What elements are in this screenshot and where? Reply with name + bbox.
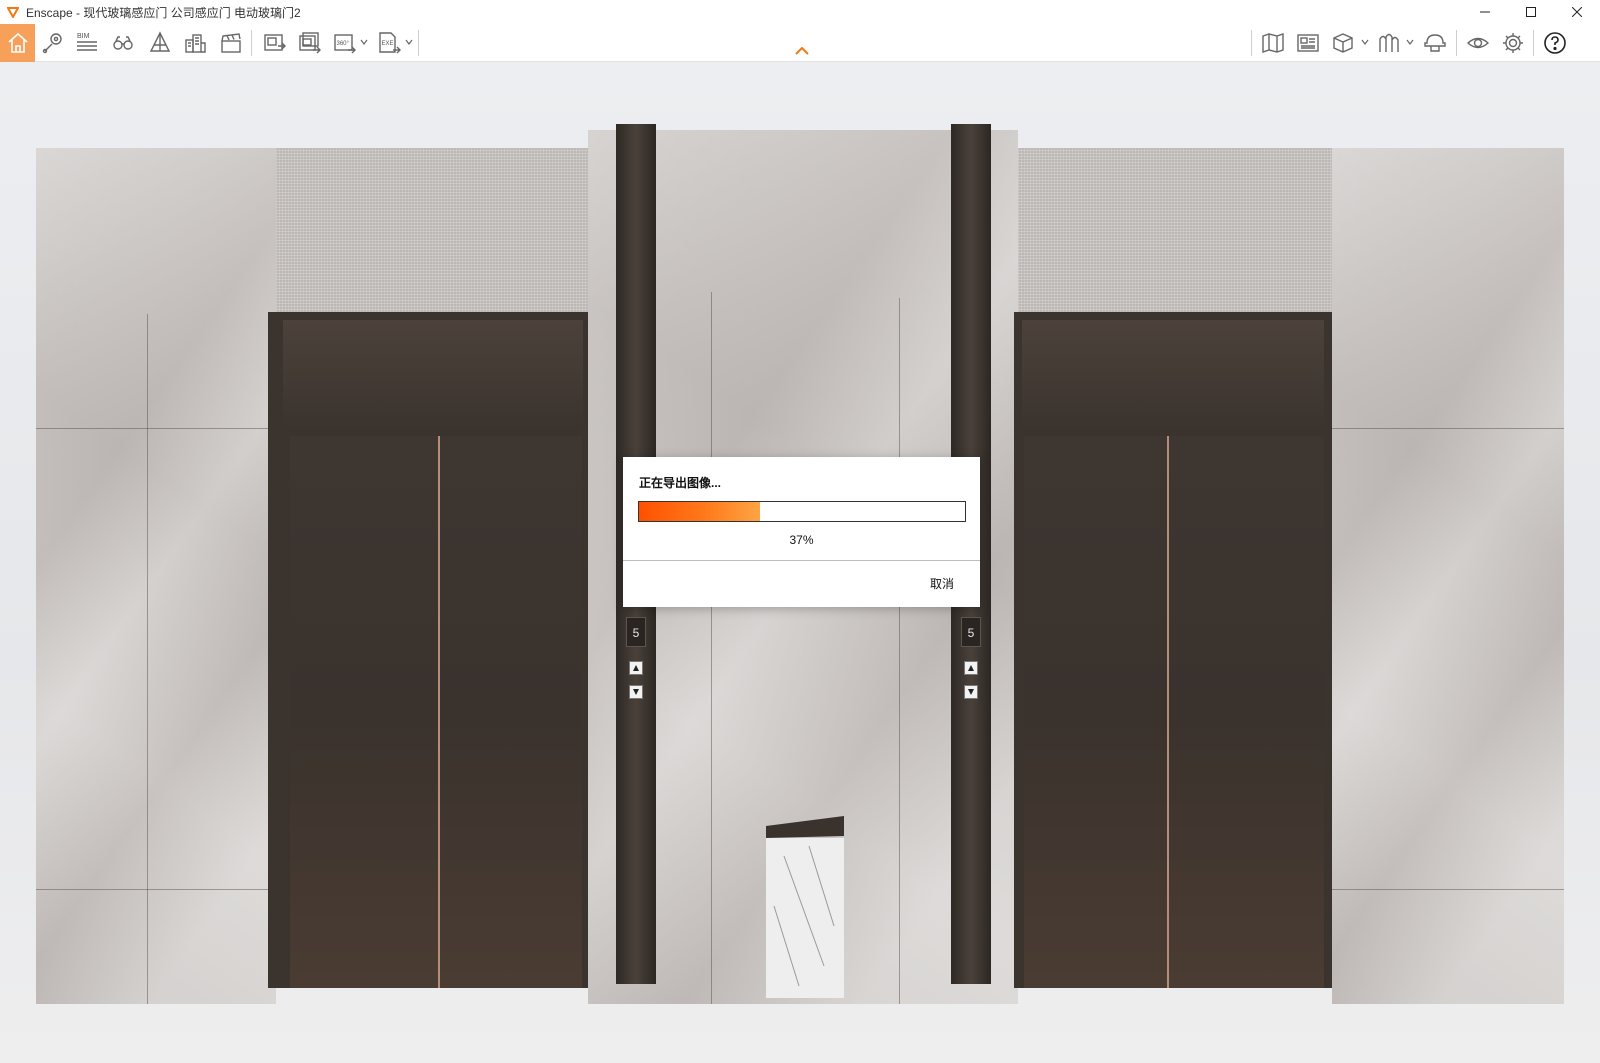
close-icon: [1572, 7, 1582, 17]
toolbar-collapse-chevron-icon[interactable]: [795, 47, 809, 55]
asset-library-button[interactable]: [1293, 28, 1323, 58]
location-pin-button[interactable]: [38, 28, 68, 58]
wall-seam: [1332, 428, 1564, 429]
cancel-button[interactable]: 取消: [930, 575, 954, 592]
toolbar-divider: [418, 30, 419, 56]
export-progress-dialog: 正在导出图像... 37% 取消: [623, 457, 980, 607]
toolbar-divider: [1456, 30, 1457, 56]
wall-seam: [36, 428, 276, 429]
exe-label: EXE: [382, 41, 394, 47]
toolbar-divider: [1533, 30, 1534, 56]
panorama-360-button[interactable]: 360°: [330, 28, 360, 58]
marble-wall-left: [36, 148, 276, 1004]
dialog-divider: [623, 560, 980, 561]
home-icon: [7, 32, 28, 53]
perspective-button[interactable]: [145, 28, 175, 58]
bim-label: BIM: [77, 33, 90, 40]
elevator-door-split-left: [438, 436, 440, 988]
title-bar: Enscape - 现代玻璃感应门 公司感应门 电动玻璃门2: [0, 0, 1600, 24]
help-button[interactable]: [1540, 28, 1570, 58]
map-button[interactable]: [1258, 28, 1288, 58]
call-down-button-left[interactable]: [629, 685, 643, 699]
buildings-button[interactable]: [180, 28, 210, 58]
settings-button[interactable]: [1498, 28, 1528, 58]
exe-export-icon: EXE: [379, 32, 401, 54]
box-dropdown-chevron-icon[interactable]: [1361, 38, 1369, 46]
exe-dropdown-chevron-icon[interactable]: [405, 38, 413, 46]
batch-render-button[interactable]: [295, 28, 325, 58]
bim-icon: BIM: [77, 33, 97, 51]
box-icon: [1333, 33, 1353, 53]
close-button[interactable]: [1554, 0, 1600, 24]
minimize-icon: [1480, 11, 1490, 13]
help-icon: [1544, 32, 1566, 54]
maximize-button[interactable]: [1508, 0, 1554, 24]
home-button[interactable]: [0, 24, 35, 62]
panorama-360-label: 360°: [337, 41, 350, 47]
window-title: Enscape - 现代玻璃感应门 公司感应门 电动玻璃门2: [26, 5, 301, 20]
box-button[interactable]: [1328, 28, 1358, 58]
eye-button[interactable]: [1463, 28, 1493, 58]
elevator-header-right: [1022, 320, 1324, 428]
down-arrow-icon: [968, 689, 974, 695]
location-pin-icon: [42, 33, 62, 54]
bim-button[interactable]: BIM: [72, 28, 102, 58]
eye-icon: [1466, 37, 1490, 49]
call-down-button-right[interactable]: [964, 685, 978, 699]
exe-export-button[interactable]: EXE: [374, 28, 404, 58]
map-icon: [1262, 33, 1284, 53]
wall-seam: [711, 292, 712, 1004]
screenshot-export-button[interactable]: [260, 28, 290, 58]
fabric-panel-left: [276, 148, 588, 316]
up-arrow-icon: [968, 665, 974, 671]
toolbar: BIM 360° EXE: [0, 24, 1600, 62]
perspective-icon: [149, 31, 171, 52]
elevator-door-right[interactable]: [1024, 436, 1324, 988]
material-icon: [1379, 33, 1399, 52]
toolbar-divider: [251, 30, 252, 56]
binoculars-button[interactable]: [108, 28, 138, 58]
toolbar-divider: [1251, 30, 1252, 56]
wall-seam: [1332, 889, 1564, 890]
fabric-panel-right: [1018, 148, 1332, 316]
up-arrow-icon: [633, 665, 639, 671]
asset-library-icon: [1297, 34, 1319, 52]
elevator-door-split-right: [1167, 436, 1169, 988]
binoculars-icon: [113, 36, 133, 50]
progress-percent-label: 37%: [789, 533, 814, 547]
maximize-icon: [1526, 7, 1536, 17]
progress-bar: [638, 501, 966, 522]
wall-seam: [147, 314, 148, 1004]
floor-indicator-left: 5: [626, 617, 646, 647]
material-button[interactable]: [1374, 28, 1404, 58]
progress-bar-fill: [639, 502, 760, 521]
hat-button[interactable]: [1420, 28, 1450, 58]
clapperboard-icon: [221, 33, 241, 53]
gear-icon: [1503, 33, 1523, 53]
buildings-icon: [185, 34, 206, 53]
pedestal-stand: [766, 816, 844, 998]
call-up-button-right[interactable]: [964, 661, 978, 675]
panorama-360-icon: 360°: [334, 34, 356, 54]
floor-indicator-right: 5: [961, 617, 981, 647]
screenshot-export-icon: [264, 34, 286, 51]
dialog-title: 正在导出图像...: [639, 476, 722, 490]
minimize-button[interactable]: [1462, 0, 1508, 24]
elevator-door-left[interactable]: [290, 436, 582, 988]
hat-icon: [1424, 34, 1446, 52]
clapperboard-button[interactable]: [216, 28, 246, 58]
batch-render-icon: [299, 32, 321, 54]
wall-seam: [899, 298, 900, 1004]
panorama-dropdown-chevron-icon[interactable]: [360, 38, 368, 46]
wall-seam: [36, 889, 276, 890]
material-dropdown-chevron-icon[interactable]: [1406, 38, 1414, 46]
enscape-logo-icon: [6, 5, 20, 19]
down-arrow-icon: [633, 689, 639, 695]
call-up-button-left[interactable]: [629, 661, 643, 675]
marble-wall-right: [1332, 148, 1564, 1004]
elevator-header-left: [283, 320, 583, 428]
